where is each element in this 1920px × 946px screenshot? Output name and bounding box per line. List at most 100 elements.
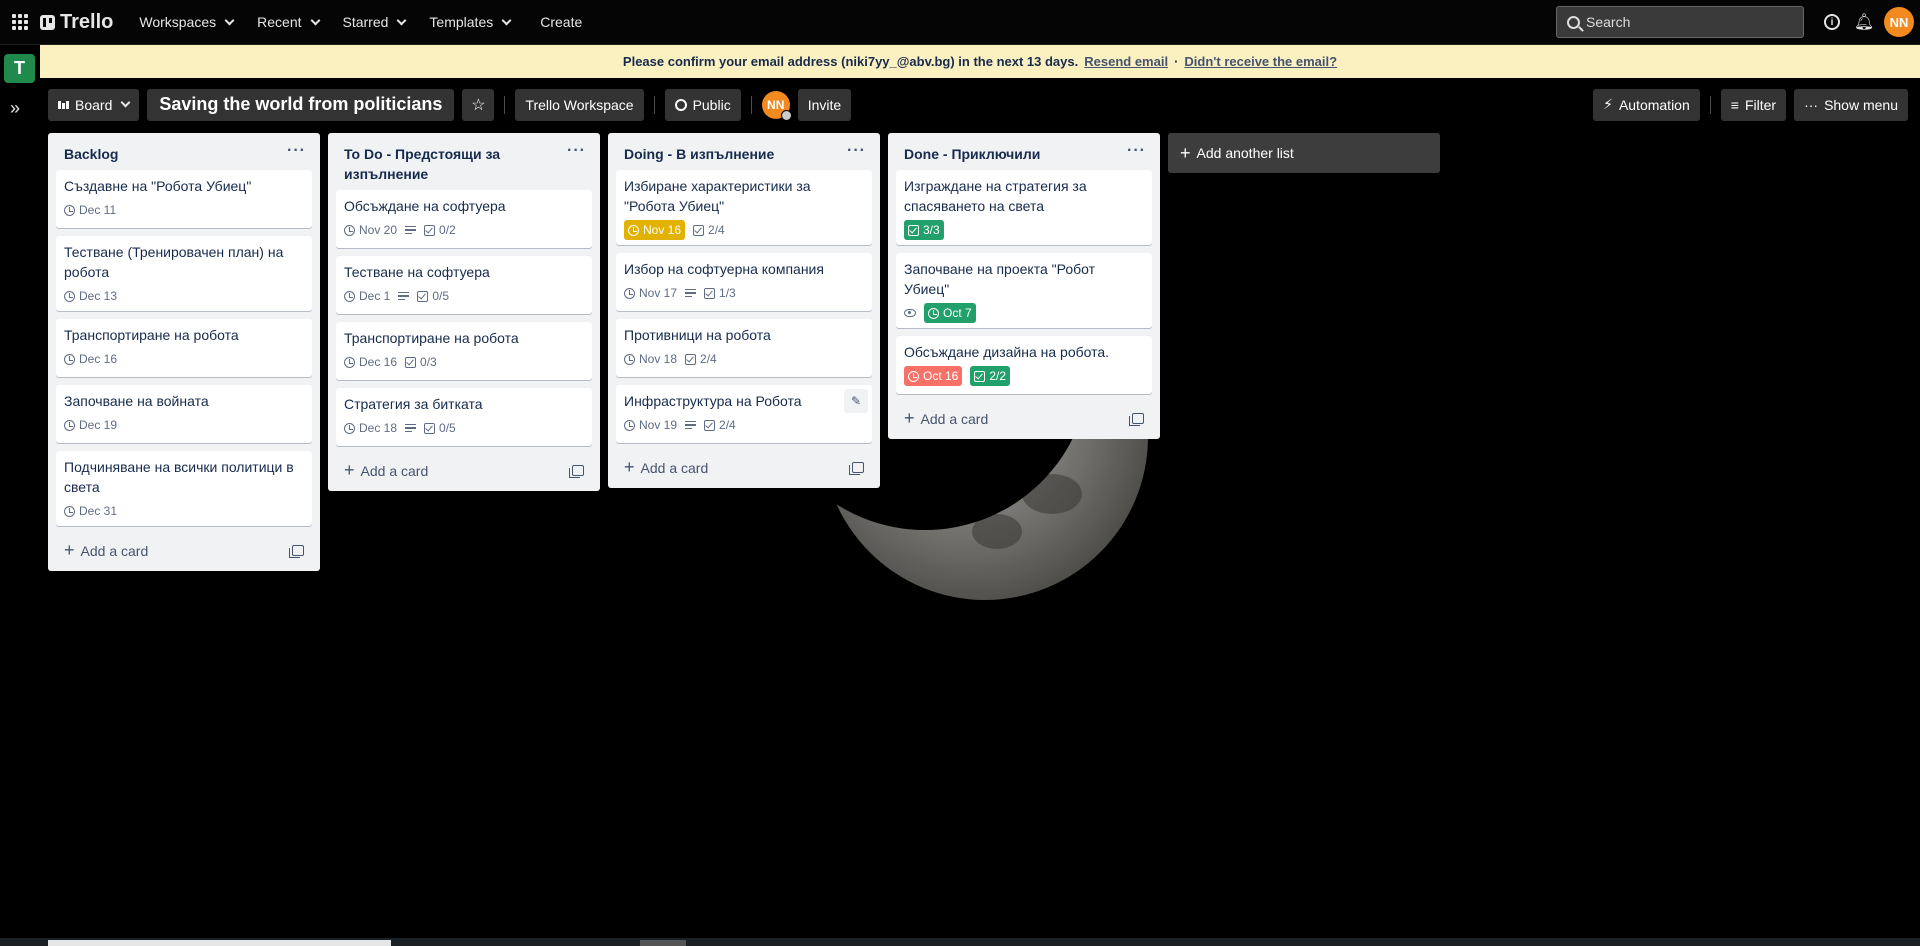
due-date-badge[interactable]: Dec 31 — [64, 504, 117, 518]
checklist-badge: 0/5 — [417, 289, 449, 303]
list-menu-icon[interactable]: ··· — [1127, 143, 1146, 159]
add-card-button[interactable]: + Add a card — [336, 454, 592, 485]
due-date-badge[interactable]: Nov 18 — [624, 352, 677, 366]
due-date-badge-complete[interactable]: Oct 7 — [924, 303, 976, 323]
card[interactable]: Обсъждане на софтуера Nov 20 0/2 — [336, 190, 592, 248]
checklist-icon — [704, 287, 716, 299]
nav-workspaces[interactable]: Workspaces — [127, 6, 245, 38]
list-title[interactable]: To Do - Предстоящи за изпълнение — [344, 144, 554, 184]
filter-button[interactable]: ≡ Filter — [1720, 88, 1787, 121]
due-date-badge[interactable]: Dec 19 — [64, 418, 117, 432]
card[interactable]: Противници на робота Nov 18 2/4 — [616, 319, 872, 377]
edit-pencil-icon[interactable]: ✎ — [844, 389, 868, 413]
chevron-down-icon — [501, 15, 512, 25]
list-header: Doing - В изпълнение ··· — [616, 133, 872, 170]
due-date-badge[interactable]: Dec 16 — [64, 352, 117, 366]
due-date-badge-due-soon[interactable]: Nov 16 — [624, 220, 686, 240]
board-view-switcher[interactable]: Board — [48, 88, 140, 121]
card[interactable]: Транспортиране на робота Dec 16 — [56, 319, 312, 377]
card[interactable]: Изграждане на стратегия за спасяването н… — [896, 170, 1152, 245]
add-card-button[interactable]: + Add a card — [56, 534, 312, 565]
card[interactable]: Подчиняване на всички политици в света D… — [56, 451, 312, 526]
list-title[interactable]: Done - Приключили — [904, 144, 1040, 164]
add-card-button[interactable]: + Add a card — [616, 451, 872, 482]
scrollbar-thumb[interactable] — [48, 940, 391, 946]
trello-logo[interactable]: Trello — [40, 11, 113, 34]
card-title: Избиране характеристики за "Робота Убиец… — [624, 178, 811, 214]
nav-starred[interactable]: Starred — [331, 6, 418, 38]
clock-icon — [64, 353, 75, 365]
due-date-badge[interactable]: Nov 20 — [344, 223, 397, 237]
list-menu-icon[interactable]: ··· — [287, 143, 306, 159]
list-todo[interactable]: To Do - Предстоящи за изпълнение ··· Обс… — [328, 133, 600, 491]
due-date-badge[interactable]: Dec 18 — [344, 421, 397, 435]
card[interactable]: Транспортиране на робота Dec 16 0/3 — [336, 322, 592, 380]
board-member-avatar[interactable]: NN — [761, 90, 792, 121]
card-template-icon[interactable] — [849, 462, 864, 475]
info-icon[interactable]: i — [1816, 6, 1848, 38]
divider — [504, 95, 506, 114]
resend-email-link[interactable]: Resend email — [1084, 54, 1168, 69]
nav-recent[interactable]: Recent — [245, 6, 330, 38]
due-date-badge[interactable]: Dec 1 — [344, 289, 390, 303]
card[interactable]: Инфраструктура на Робота ✎ Nov 19 2/4 — [616, 385, 872, 443]
list-menu-icon[interactable]: ··· — [847, 143, 866, 159]
card[interactable]: Започване на войната Dec 19 — [56, 385, 312, 443]
plus-icon: + — [904, 408, 915, 428]
list-doing[interactable]: Doing - В изпълнение ··· Избиране характ… — [608, 133, 880, 488]
list-done[interactable]: Done - Приключили ··· Изграждане на стра… — [888, 133, 1160, 439]
clock-icon — [628, 224, 639, 236]
notifications-bell-icon[interactable]: 🔔︎ — [1848, 6, 1880, 38]
nav-templates[interactable]: Templates — [417, 6, 522, 38]
list-title[interactable]: Doing - В изпълнение — [624, 144, 774, 164]
card-template-icon[interactable] — [289, 545, 304, 558]
card[interactable]: Обсъждане дизайна на робота. Oct 16 2/2 — [896, 336, 1152, 394]
due-date-badge[interactable]: Nov 17 — [624, 286, 677, 300]
add-card-button[interactable]: + Add a card — [896, 402, 1152, 433]
checklist-badge: 2/4 — [693, 223, 725, 237]
card[interactable]: Създавне на "Робота Убиец" Dec 11 — [56, 170, 312, 228]
expand-sidebar-icon[interactable]: » — [10, 98, 20, 119]
due-date-badge[interactable]: Dec 11 — [64, 203, 116, 217]
clock-icon — [624, 353, 635, 365]
card[interactable]: Избиране характеристики за "Робота Убиец… — [616, 170, 872, 245]
list-title[interactable]: Backlog — [64, 144, 118, 164]
board-title[interactable]: Saving the world from politicians — [147, 88, 455, 121]
card-template-icon[interactable] — [569, 465, 584, 478]
invite-button[interactable]: Invite — [797, 88, 852, 121]
workspace-badge[interactable]: T — [4, 54, 35, 83]
card[interactable]: Избор на софтуерна компания Nov 17 1/3 — [616, 253, 872, 311]
list-menu-icon[interactable]: ··· — [567, 143, 586, 159]
didnt-receive-link[interactable]: Didn't receive the email? — [1184, 54, 1337, 69]
due-date-badge[interactable]: Dec 16 — [344, 355, 397, 369]
automation-button[interactable]: ⚡︎ Automation — [1593, 88, 1700, 121]
due-date-badge[interactable]: Dec 13 — [64, 289, 117, 303]
visibility-button[interactable]: Public — [664, 88, 741, 121]
create-button[interactable]: Create — [528, 6, 594, 38]
star-board-icon[interactable]: ☆ — [462, 88, 495, 121]
user-avatar[interactable]: NN — [1884, 7, 1914, 37]
list-header: Done - Приключили ··· — [896, 133, 1152, 170]
workspace-button[interactable]: Trello Workspace — [515, 88, 644, 121]
horizontal-scrollbar[interactable] — [0, 938, 1920, 946]
card[interactable]: Започване на проекта "Робот Убиец" Oct 7 — [896, 253, 1152, 328]
description-icon — [398, 291, 410, 301]
trello-logo-icon — [40, 14, 55, 30]
apps-grid-icon[interactable] — [0, 0, 40, 45]
card-template-icon[interactable] — [1129, 413, 1144, 426]
chevron-down-icon — [120, 97, 131, 108]
card[interactable]: Стратегия за битката Dec 18 0/5 — [336, 388, 592, 446]
card-title: Създавне на "Робота Убиец" — [64, 178, 252, 194]
card[interactable]: Тестване на софтуера Dec 1 0/5 — [336, 256, 592, 314]
due-date-badge[interactable]: Nov 19 — [624, 418, 677, 432]
due-date-badge-overdue[interactable]: Oct 16 — [904, 366, 963, 386]
show-menu-button[interactable]: ··· Show menu — [1794, 88, 1908, 121]
card-title: Стратегия за битката — [344, 396, 483, 412]
card[interactable]: Тестване (Тренировачен план) на робота D… — [56, 236, 312, 311]
plus-icon: + — [64, 540, 75, 560]
search-input[interactable]: Search — [1556, 6, 1804, 38]
add-list-button[interactable]: + Add another list — [1168, 133, 1440, 173]
card-title: Транспортиране на робота — [344, 330, 519, 346]
card-title: Тестване (Тренировачен план) на робота — [64, 244, 284, 280]
list-backlog[interactable]: Backlog ··· Създавне на "Робота Убиец" D… — [48, 133, 320, 571]
